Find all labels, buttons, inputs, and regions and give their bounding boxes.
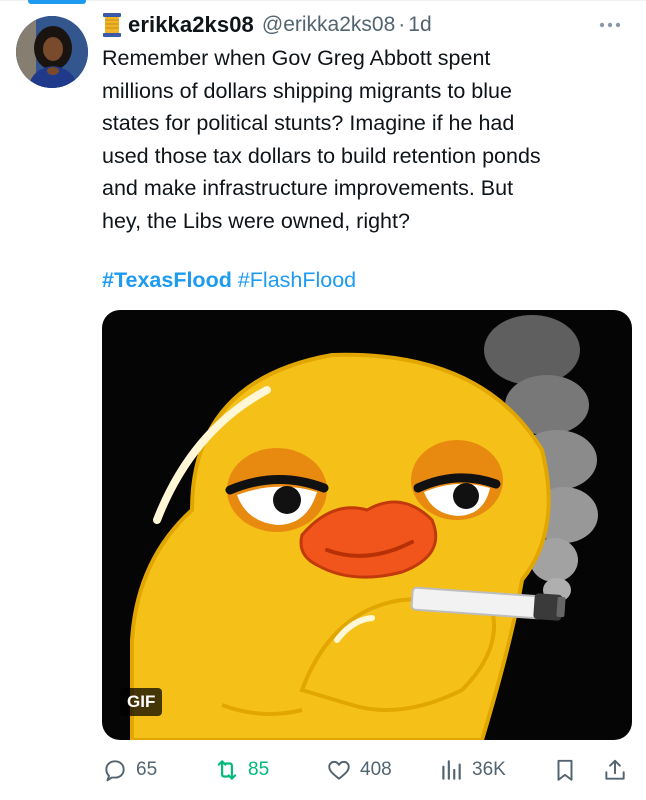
author-display-name[interactable]: erikka2ks08 <box>128 12 254 38</box>
bookmark-button[interactable] <box>552 752 578 788</box>
reply-button[interactable]: 65 <box>102 752 157 788</box>
top-divider <box>0 0 646 1</box>
share-upload-icon <box>605 759 625 780</box>
view-count: 36K <box>472 759 506 780</box>
top-accent-bar <box>28 0 86 4</box>
repost-count: 85 <box>248 759 270 780</box>
smoking-duck-gif <box>130 315 598 740</box>
share-button[interactable] <box>602 752 628 788</box>
bookmark-icon <box>557 759 573 781</box>
views-button[interactable]: 36K <box>438 752 506 788</box>
like-button[interactable]: 408 <box>326 752 392 788</box>
hashtag-texasflood[interactable]: #TexasFlood <box>102 268 232 292</box>
heart-icon <box>328 760 350 780</box>
like-count: 408 <box>360 759 392 780</box>
repost-icon <box>217 760 237 780</box>
author-handle[interactable]: @erikka2ks08 <box>262 13 395 37</box>
tweet-timestamp[interactable]: 1d <box>408 13 431 37</box>
hashtag-row: #TexasFlood #FlashFlood <box>102 264 356 296</box>
avatar-image <box>16 16 88 88</box>
tweet-text: Remember when Gov Greg Abbott spent mill… <box>102 46 541 233</box>
hashtag-flashflood[interactable]: #FlashFlood <box>238 268 356 292</box>
analytics-bars-icon <box>442 760 461 780</box>
avatar[interactable] <box>16 16 88 88</box>
more-dots-icon[interactable] <box>596 14 624 36</box>
tweet-actions: 65 85 408 36K <box>102 752 632 788</box>
gif-badge: GIF <box>120 688 163 716</box>
thread-spool-icon <box>103 13 121 37</box>
tweet-header: erikka2ks08 @erikka2ks08 · 1d <box>102 10 630 40</box>
repost-button[interactable]: 85 <box>214 752 269 788</box>
reply-icon <box>105 760 125 782</box>
separator-dot: · <box>398 13 406 36</box>
gif-media[interactable]: GIF <box>102 310 632 740</box>
reply-count: 65 <box>136 759 158 780</box>
